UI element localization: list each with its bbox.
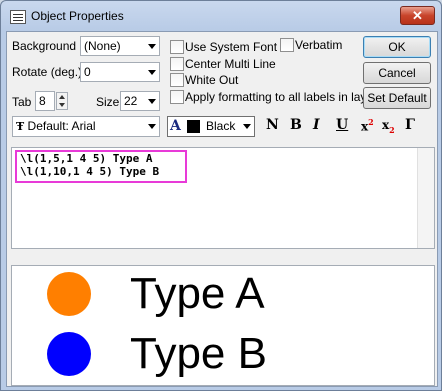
font-type-icon: Ŧ — [16, 120, 25, 133]
rotate-combo[interactable]: 0 — [80, 62, 160, 82]
title-bar: Object Properties ✕ — [1, 1, 441, 31]
type-b-label: Type B — [130, 329, 267, 378]
rotate-value: 0 — [84, 65, 91, 79]
underline-button[interactable]: U — [336, 117, 348, 133]
normal-button[interactable]: N — [266, 117, 279, 133]
size-label: Size — [96, 95, 120, 109]
size-value: 22 — [124, 94, 138, 108]
superscript-mark: 2 — [368, 117, 374, 127]
label-text-editor[interactable]: \l(1,5,1 4 5) Type A \l(1,10,1 4 5) Type… — [11, 147, 435, 249]
bold-button[interactable]: B — [290, 117, 302, 133]
size-combo[interactable]: 22 — [120, 91, 160, 111]
tab-input[interactable]: 8 — [35, 91, 55, 111]
cancel-button[interactable]: Cancel — [363, 62, 431, 84]
apply-all-checkbox[interactable] — [170, 90, 184, 104]
use-system-font-checkbox[interactable] — [170, 40, 184, 54]
ok-button[interactable]: OK — [363, 36, 431, 58]
use-system-font-label: Use System Font — [185, 40, 278, 54]
editor-scrollbar[interactable] — [417, 148, 434, 248]
verbatim-checkbox[interactable] — [280, 38, 294, 52]
center-multi-line-checkbox[interactable] — [170, 57, 184, 71]
chevron-down-icon — [243, 124, 251, 129]
type-a-marker — [47, 272, 91, 316]
rotate-label: Rotate (deg.) — [12, 65, 83, 79]
text-color-select[interactable]: A Black — [167, 116, 255, 137]
superscript-button[interactable]: x2 — [361, 117, 374, 135]
color-swatch — [187, 120, 200, 133]
tab-value: 8 — [39, 94, 46, 108]
dialog-icon — [10, 10, 26, 24]
white-out-checkbox[interactable] — [170, 73, 184, 87]
preview-pane: Type A Type B — [11, 265, 435, 386]
center-multi-line-label: Center Multi Line — [185, 57, 276, 71]
font-value: Default: Arial — [27, 119, 96, 133]
white-out-label: White Out — [185, 73, 239, 87]
font-select[interactable]: Ŧ Default: Arial — [12, 116, 160, 137]
editor-line-1: \l(1,5,1 4 5) Type A — [20, 152, 153, 165]
type-b-marker — [47, 332, 91, 376]
greek-button[interactable]: Γ — [405, 117, 415, 133]
verbatim-label: Verbatim — [295, 38, 343, 52]
tab-spinner[interactable] — [56, 92, 68, 110]
font-color-icon: A — [170, 118, 181, 134]
tab-label: Tab — [12, 95, 32, 109]
type-a-label: Type A — [130, 269, 265, 318]
set-default-button[interactable]: Set Default — [363, 87, 431, 109]
close-button[interactable]: ✕ — [400, 6, 435, 25]
italic-button[interactable]: I — [313, 117, 320, 133]
chevron-down-icon — [148, 124, 156, 129]
chevron-down-icon — [148, 99, 156, 104]
apply-all-label: Apply formatting to all labels in layer — [185, 90, 378, 104]
background-label: Background — [12, 39, 77, 53]
color-name: Black — [206, 119, 236, 133]
window-title: Object Properties — [31, 9, 124, 23]
chevron-down-icon — [148, 44, 156, 49]
background-select[interactable]: (None) — [80, 36, 160, 56]
subscript-mark: 2 — [389, 124, 395, 135]
object-properties-dialog: Object Properties ✕ Background (None) Ro… — [0, 0, 442, 391]
editor-line-2: \l(1,10,1 4 5) Type B — [20, 165, 160, 178]
chevron-down-icon — [148, 70, 156, 75]
dialog-body: Background (None) Rotate (deg.) 0 Tab 8 … — [6, 31, 438, 387]
background-value: (None) — [84, 39, 121, 53]
subscript-button[interactable]: x2 — [382, 117, 395, 135]
